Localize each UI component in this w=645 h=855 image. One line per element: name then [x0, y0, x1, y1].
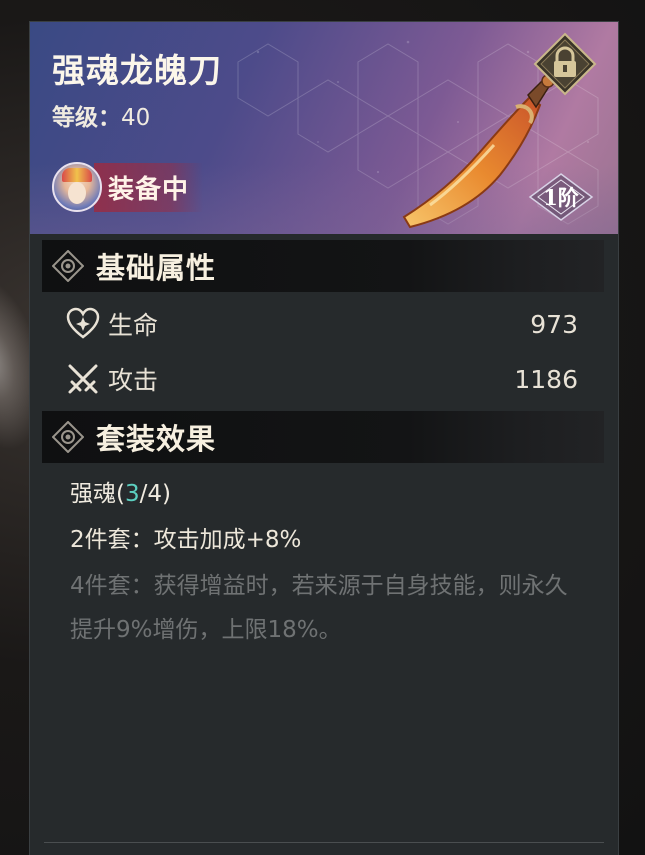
level-value: 40	[121, 105, 151, 131]
heart-icon	[66, 307, 100, 339]
set-name: 强魂(3/4)	[70, 472, 590, 516]
item-header: 强魂龙魄刀 等级：40 装备中 1阶	[30, 22, 618, 234]
divider	[44, 842, 604, 843]
set-count-suffix: /4)	[139, 481, 171, 507]
diamond-eye-icon	[52, 421, 84, 453]
stat-label-atk: 攻击	[108, 366, 159, 395]
rank-badge: 1阶	[528, 172, 594, 222]
item-detail-panel: 强魂龙魄刀 等级：40 装备中 1阶 基础属性 生命 973 攻击 1186 套…	[30, 22, 618, 855]
diamond-eye-icon	[52, 250, 84, 282]
set-bonus-4: 4件套：获得增益时，若来源于自身技能，则永久提升9%增伤，上限18%。	[70, 573, 568, 643]
set-count-current: 3	[124, 481, 140, 507]
item-name: 强魂龙魄刀	[52, 51, 222, 90]
crossed-swords-icon	[68, 364, 98, 394]
stat-label-hp: 生命	[108, 311, 159, 340]
equipped-status: 装备中	[52, 162, 204, 212]
set-effect-title: 套装效果	[96, 422, 217, 456]
equipped-label: 装备中	[94, 162, 204, 212]
item-level: 等级：40	[52, 98, 150, 132]
stat-value-atk: 1186	[514, 364, 578, 394]
level-label: 等级：	[52, 105, 121, 131]
set-effect-header: 套装效果	[42, 411, 604, 463]
stat-row-hp: 生命 973	[66, 304, 578, 344]
stat-row-atk: 攻击 1186	[66, 359, 578, 399]
set-bonus-2: 2件套：攻击加成+8%	[70, 527, 302, 553]
base-attributes-title: 基础属性	[96, 251, 217, 285]
stat-value-hp: 973	[530, 309, 578, 339]
set-name-prefix: 强魂(	[70, 481, 125, 507]
base-attributes-header: 基础属性	[42, 240, 604, 292]
character-avatar[interactable]	[52, 162, 102, 212]
rank-label: 1阶	[543, 185, 579, 210]
lock-icon[interactable]	[533, 32, 597, 96]
